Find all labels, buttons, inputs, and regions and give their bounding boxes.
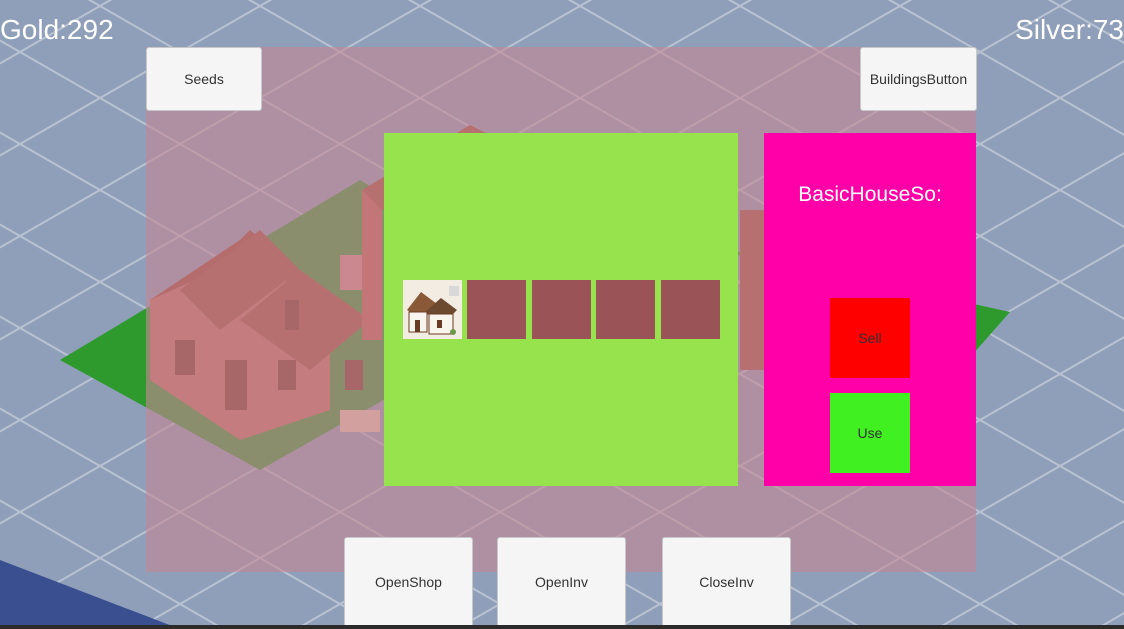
bottom-edge [0,625,1124,629]
use-button[interactable]: Use [830,393,910,473]
inventory-slot-1[interactable] [403,280,462,339]
inventory-slot-4[interactable] [596,280,655,339]
seeds-button[interactable]: Seeds [146,47,262,111]
inventory-slot-2[interactable] [467,280,526,339]
inventory-panel [384,133,738,486]
item-title: BasicHouseSo: [798,183,942,206]
buildings-button[interactable]: BuildingsButton [860,47,977,111]
open-inv-button[interactable]: OpenInv [497,537,626,627]
inventory-slot-5[interactable] [661,280,720,339]
silver-counter: Silver:73 [1015,14,1124,45]
house-item-icon [403,280,462,339]
inventory-slot-3[interactable] [532,280,591,339]
item-detail-panel: BasicHouseSo: Sell Use [764,133,976,486]
gold-counter: Gold:292 [0,14,114,45]
close-inv-button[interactable]: CloseInv [662,537,791,627]
sell-button[interactable]: Sell [830,298,910,378]
open-shop-button[interactable]: OpenShop [344,537,473,627]
